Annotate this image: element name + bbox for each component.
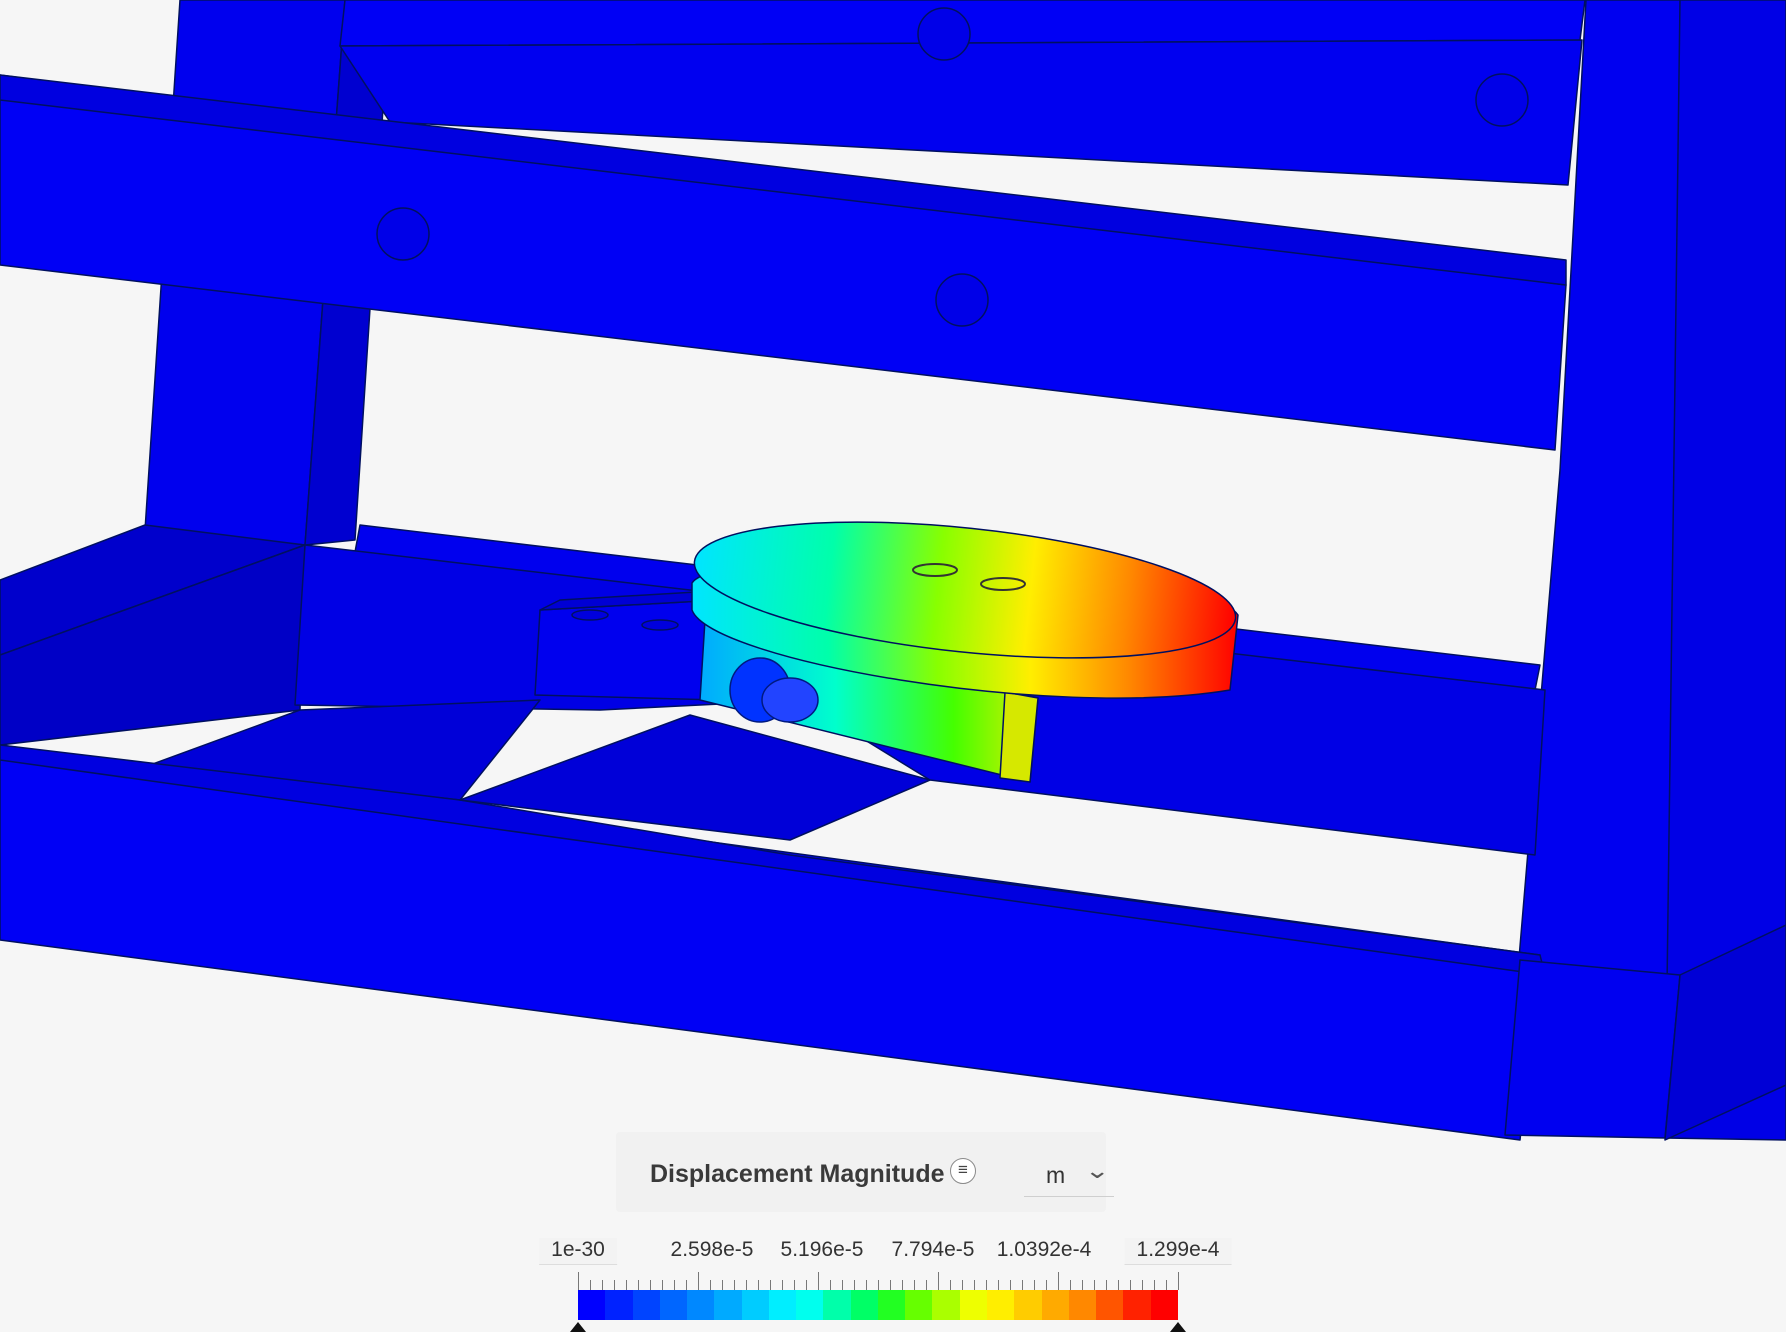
color-segment <box>932 1290 960 1320</box>
chevron-down-icon: ⌄ <box>1084 1158 1111 1183</box>
tick-mark <box>794 1280 795 1290</box>
tick-mark <box>1130 1280 1131 1290</box>
tick-mark <box>890 1280 891 1290</box>
color-segment <box>823 1290 851 1320</box>
tick-mark <box>686 1280 687 1290</box>
tick-mark <box>614 1280 615 1290</box>
tick-mark <box>758 1280 759 1290</box>
tick-mark <box>578 1272 579 1290</box>
color-segment <box>1068 1290 1097 1320</box>
tick-marks <box>578 1272 1179 1290</box>
color-segment <box>659 1290 688 1320</box>
tick-mark <box>1022 1280 1023 1290</box>
tick-mark <box>818 1272 819 1290</box>
tick-mark <box>722 1280 723 1290</box>
result-title: Displacement Magnitude <box>650 1160 945 1188</box>
tick-mark <box>878 1280 879 1290</box>
color-segment <box>1150 1290 1178 1320</box>
tick-mark <box>626 1280 627 1290</box>
color-segment <box>796 1290 824 1320</box>
tick-mark <box>830 1280 831 1290</box>
tick-mark <box>986 1280 987 1290</box>
tick-mark <box>674 1280 675 1290</box>
tick-mark <box>602 1280 603 1290</box>
tick-mark <box>914 1280 915 1290</box>
color-legend: 1e-30 2.598e-5 5.196e-5 7.794e-5 1.0392e… <box>484 1230 1244 1332</box>
color-segment <box>850 1290 878 1320</box>
color-segment <box>741 1290 769 1320</box>
tick-mark <box>842 1280 843 1290</box>
color-segment <box>578 1290 606 1320</box>
tick-mark <box>1166 1280 1167 1290</box>
tick-mark <box>974 1280 975 1290</box>
tick-mark <box>1178 1272 1179 1290</box>
tick-label-min[interactable]: 1e-30 <box>539 1238 617 1265</box>
color-segment <box>632 1290 660 1320</box>
color-segment <box>714 1290 742 1320</box>
tick-label: 2.598e-5 <box>670 1238 754 1261</box>
color-segment <box>1041 1290 1069 1320</box>
tick-mark <box>638 1280 639 1290</box>
color-segment <box>1096 1290 1124 1320</box>
tick-mark <box>734 1280 735 1290</box>
tick-mark <box>1010 1280 1011 1290</box>
tick-mark <box>1046 1280 1047 1290</box>
tick-mark <box>1094 1280 1095 1290</box>
color-segment <box>959 1290 987 1320</box>
tick-mark <box>926 1280 927 1290</box>
tick-mark <box>854 1280 855 1290</box>
tick-mark <box>1070 1280 1071 1290</box>
color-segment <box>768 1290 797 1320</box>
tick-mark <box>1106 1280 1107 1290</box>
result-menu-icon[interactable]: ≡ <box>950 1158 976 1184</box>
tick-mark <box>1142 1280 1143 1290</box>
tick-label: 1.0392e-4 <box>996 1238 1092 1261</box>
tick-mark <box>782 1280 783 1290</box>
tick-mark <box>770 1280 771 1290</box>
color-segment <box>986 1290 1015 1320</box>
tick-mark <box>662 1280 663 1290</box>
color-scale-bar <box>578 1290 1178 1320</box>
legend-header: Displacement Magnitude ≡ m ⌄ <box>616 1132 1114 1212</box>
tick-mark <box>650 1280 651 1290</box>
color-segment <box>605 1290 633 1320</box>
tick-mark <box>746 1280 747 1290</box>
tick-mark <box>950 1280 951 1290</box>
tick-mark <box>998 1280 999 1290</box>
tick-mark <box>698 1272 699 1290</box>
tick-mark <box>962 1280 963 1290</box>
color-segment <box>687 1290 715 1320</box>
unit-dropdown[interactable]: m ⌄ <box>1024 1148 1114 1197</box>
tick-mark <box>1118 1280 1119 1290</box>
color-segment <box>1014 1290 1042 1320</box>
color-segment <box>877 1290 906 1320</box>
color-segment <box>905 1290 933 1320</box>
tick-mark <box>590 1280 591 1290</box>
tick-mark <box>1034 1280 1035 1290</box>
tick-mark <box>710 1280 711 1290</box>
tick-mark <box>938 1272 939 1290</box>
color-segment <box>1123 1290 1151 1320</box>
tick-label: 5.196e-5 <box>780 1238 864 1261</box>
tick-mark <box>866 1280 867 1290</box>
tick-mark <box>1154 1280 1155 1290</box>
tick-mark <box>1058 1272 1059 1290</box>
tick-label-max[interactable]: 1.299e-4 <box>1124 1238 1232 1265</box>
tick-mark <box>806 1280 807 1290</box>
min-handle[interactable] <box>570 1322 586 1332</box>
tick-mark <box>902 1280 903 1290</box>
tick-mark <box>1082 1280 1083 1290</box>
tick-label: 7.794e-5 <box>891 1238 975 1261</box>
unit-value: m <box>1046 1162 1066 1188</box>
max-handle[interactable] <box>1170 1322 1186 1332</box>
